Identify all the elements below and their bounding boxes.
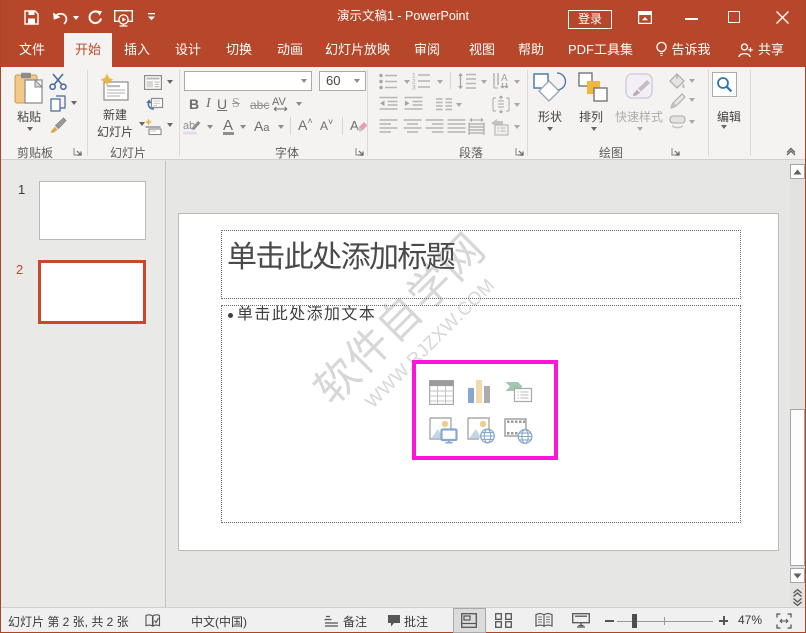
svg-text:A: A: [350, 118, 359, 133]
svg-text:3: 3: [412, 85, 416, 92]
svg-text:AV: AV: [272, 96, 287, 108]
svg-text:ab: ab: [183, 120, 195, 132]
svg-text:A: A: [501, 73, 508, 84]
